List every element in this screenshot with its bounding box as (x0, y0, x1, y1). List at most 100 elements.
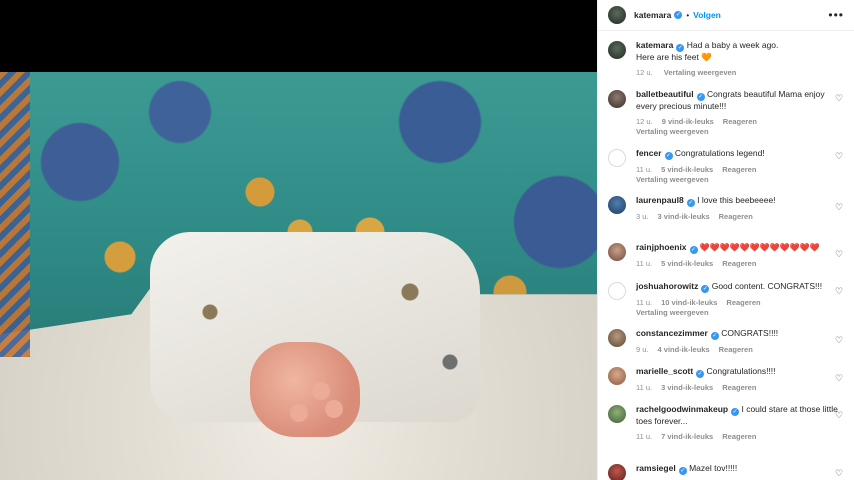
comment-row: joshuahorowitz ✓ Good content. CONGRATS!!… (608, 281, 844, 318)
comment-row: constancezimmer ✓ CONGRATS!!!! 9 u. 4 vind… (608, 328, 844, 355)
comment-text: CONGRATS!!!! (721, 328, 779, 338)
reply-link[interactable]: Reageren (722, 259, 756, 268)
verified-badge-icon: ✓ (696, 370, 705, 378)
comment-time: 9 u. (636, 345, 649, 354)
heart-icon[interactable]: ♡ (835, 203, 844, 212)
reply-link[interactable]: Reageren (719, 345, 753, 354)
photo-feet (250, 342, 360, 437)
translate-link[interactable]: Vertaling weergeven (664, 68, 737, 77)
reply-link[interactable]: Reageren (723, 117, 757, 126)
photo-toe (290, 404, 308, 422)
verified-badge-icon: ✓ (674, 11, 683, 19)
commenter-avatar[interactable] (608, 329, 626, 347)
photo-quilt-edge (0, 72, 30, 357)
heart-icon[interactable]: ♡ (835, 411, 844, 420)
heart-icon[interactable]: ♡ (835, 374, 844, 383)
commenter-avatar[interactable] (608, 464, 626, 480)
comment-time: 11 u. (636, 259, 653, 268)
verified-badge-icon: ✓ (701, 285, 710, 293)
commenter-avatar[interactable] (608, 149, 626, 167)
comment-row: rachelgoodwinmakeup ✓ I could stare at th… (608, 404, 844, 442)
commenter-avatar[interactable] (608, 196, 626, 214)
reply-link[interactable]: Reageren (719, 212, 753, 221)
comment-text: Mazel tov!!!!! (689, 463, 738, 473)
reply-link[interactable]: Reageren (722, 383, 756, 392)
comment-username[interactable]: marielle_scott (636, 366, 693, 376)
caption-row: katemara ✓ Had a baby a week ago. Here ar… (608, 40, 844, 78)
commenter-avatar[interactable] (608, 243, 626, 261)
comment-likes[interactable]: 9 vind-ik-leuks (662, 117, 714, 126)
comment-likes[interactable]: 10 vind-ik-leuks (661, 298, 717, 307)
comment-row: balletbeautiful ✓ Congrats beautiful Mama… (608, 89, 844, 137)
comment-time: 12 u. (636, 117, 653, 126)
post-media[interactable] (0, 0, 597, 480)
follow-button[interactable]: Volgen (693, 10, 721, 20)
comment-time: 11 u. (636, 165, 653, 174)
comment-meta: 3 u. 3 vind-ik-leuks Reageren (636, 212, 844, 222)
comment-username[interactable]: constancezimmer (636, 328, 708, 338)
verified-badge-icon: ✓ (710, 332, 719, 340)
verified-badge-icon: ✓ (664, 152, 673, 160)
comment-time: 3 u. (636, 212, 649, 221)
comment-username[interactable]: ramsiegel (636, 463, 676, 473)
comment-meta: 9 u. 4 vind-ik-leuks Reageren (636, 345, 844, 355)
comment-meta: 11 u. 7 vind-ik-leuks Reageren (636, 432, 844, 442)
commenter-avatar[interactable] (608, 367, 626, 385)
translate-link[interactable]: Vertaling weergeven (636, 308, 709, 317)
comment-time: 11 u. (636, 383, 653, 392)
comment-meta: 11 u. 10 vind-ik-leuks Reageren Vertaling … (636, 298, 844, 318)
post-photo[interactable] (0, 72, 597, 480)
author-username[interactable]: katemara (634, 10, 671, 20)
comment-meta: 11 u. 5 vind-ik-leuks Reageren (636, 259, 844, 269)
heart-icon[interactable]: ♡ (835, 250, 844, 259)
comment-time: 11 u. (636, 432, 653, 441)
reply-link[interactable]: Reageren (726, 298, 760, 307)
heart-icon[interactable]: ♡ (835, 94, 844, 103)
comment-row: ramsiegel ✓ Mazel tov!!!!! ♡ (608, 463, 844, 480)
commenter-avatar[interactable] (608, 405, 626, 423)
comment-text: Congratulations legend! (674, 148, 765, 158)
comment-likes[interactable]: 5 vind-ik-leuks (661, 165, 713, 174)
heart-icon[interactable]: ♡ (835, 336, 844, 345)
comment-username[interactable]: joshuahorowitz (636, 281, 698, 291)
comment-likes[interactable]: 3 vind-ik-leuks (658, 212, 710, 221)
comment-row: laurenpaul8 ✓ I love this beebeeee! 3 u. 3… (608, 195, 844, 222)
author-avatar[interactable] (608, 6, 626, 24)
translate-link[interactable]: Vertaling weergeven (636, 175, 709, 184)
comment-likes[interactable]: 3 vind-ik-leuks (661, 383, 713, 392)
commenter-avatar[interactable] (608, 282, 626, 300)
comment-likes[interactable]: 4 vind-ik-leuks (658, 345, 710, 354)
separator-dot: • (686, 10, 690, 20)
verified-badge-icon: ✓ (678, 467, 687, 475)
comment-text: ❤️❤️❤️❤️❤️❤️❤️❤️❤️❤️❤️❤️ (699, 243, 820, 252)
comment-row: rainjphoenix ✓ ❤️❤️❤️❤️❤️❤️❤️❤️❤️❤️❤️❤️ 1… (608, 242, 844, 269)
comment-text: I love this beebeeee! (697, 195, 776, 205)
caption-time: 12 u. (636, 68, 653, 77)
comment-likes[interactable]: 5 vind-ik-leuks (661, 259, 713, 268)
comment-username[interactable]: balletbeautiful (636, 89, 694, 99)
heart-icon[interactable]: ♡ (835, 469, 844, 478)
heart-icon[interactable]: ♡ (835, 152, 844, 161)
author-avatar[interactable] (608, 41, 626, 59)
comment-likes[interactable]: 7 vind-ik-leuks (661, 432, 713, 441)
verified-badge-icon: ✓ (686, 199, 695, 207)
translate-link[interactable]: Vertaling weergeven (636, 127, 709, 136)
comment-username[interactable]: fencer (636, 148, 662, 158)
comment-meta: 12 u. 9 vind-ik-leuks Reageren Vertaling w… (636, 117, 844, 137)
comment-meta: 11 u. 3 vind-ik-leuks Reageren (636, 383, 844, 393)
comment-username[interactable]: laurenpaul8 (636, 195, 684, 205)
post-sidebar: katemara ✓ • Volgen ••• katemara ✓ Had a … (597, 0, 854, 480)
heart-icon[interactable]: ♡ (835, 287, 844, 296)
comment-text: Congratulations!!!! (706, 366, 776, 376)
comments-list[interactable]: katemara ✓ Had a baby a week ago. Here ar… (598, 31, 854, 480)
comment-row: fencer ✓ Congratulations legend! 11 u. 5 v… (608, 148, 844, 185)
caption-username[interactable]: katemara (636, 40, 673, 50)
commenter-avatar[interactable] (608, 90, 626, 108)
comment-meta: 11 u. 5 vind-ik-leuks Reageren Vertaling w… (636, 165, 844, 185)
more-options-icon[interactable]: ••• (828, 8, 844, 22)
comment-username[interactable]: rainjphoenix (636, 242, 687, 252)
comment-username[interactable]: rachelgoodwinmakeup (636, 404, 728, 414)
reply-link[interactable]: Reageren (722, 165, 756, 174)
comment-text: Good content. CONGRATS!!! (711, 281, 823, 291)
reply-link[interactable]: Reageren (722, 432, 756, 441)
